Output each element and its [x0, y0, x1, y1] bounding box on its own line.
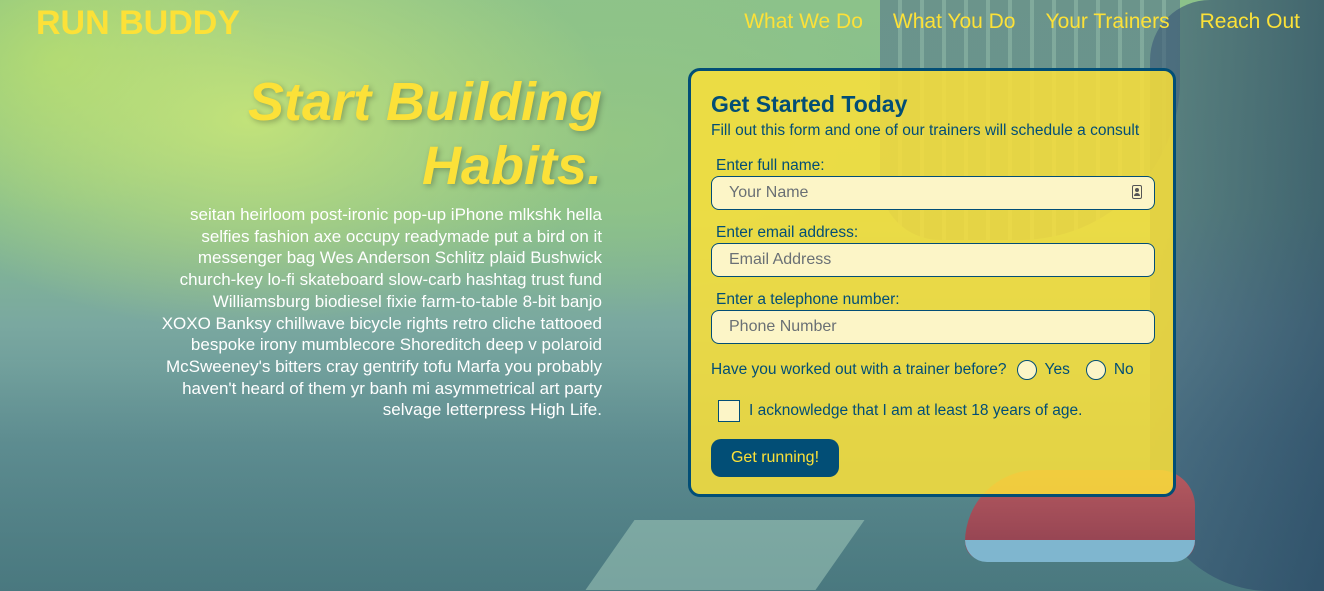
name-input[interactable] [727, 183, 1111, 203]
nav-link-what-we-do[interactable]: What We Do [744, 10, 863, 34]
submit-button[interactable]: Get running! [711, 439, 839, 477]
brand-logo[interactable]: RUN BUDDY [36, 4, 240, 43]
phone-label: Enter a telephone number: [716, 291, 900, 308]
runner-shoe-sole [965, 540, 1195, 562]
trainer-no-radio[interactable] [1085, 360, 1106, 380]
hero-heading-line1: Start Building [248, 72, 602, 132]
name-field[interactable] [711, 176, 1155, 210]
phone-group: Enter a telephone number: [711, 291, 1155, 344]
nav-link-your-trainers[interactable]: Your Trainers [1045, 10, 1169, 34]
main-nav: What We Do What You Do Your Trainers Rea… [744, 10, 1300, 34]
nav-link-what-you-do[interactable]: What You Do [893, 10, 1016, 34]
phone-input[interactable] [727, 317, 1111, 337]
contact-card-icon[interactable] [1132, 185, 1142, 199]
form-title: Get Started Today [711, 91, 908, 117]
age-ack-group: I acknowledge that I am at least 18 year… [711, 400, 1082, 422]
hero-body-text: seitan heirloom post-ironic pop-up iPhon… [161, 205, 602, 420]
name-group: Enter full name: [711, 157, 1155, 210]
hero-intro: Start Building Habits. seitan heirloom p… [160, 70, 602, 421]
trainer-question-group: Have you worked out with a trainer befor… [711, 360, 1134, 380]
form-subtitle: Fill out this form and one of our traine… [711, 122, 1140, 139]
trainer-question-label: Have you worked out with a trainer befor… [711, 361, 1007, 378]
age-ack-label[interactable]: I acknowledge that I am at least 18 year… [749, 402, 1082, 420]
road-stripe [585, 520, 865, 590]
email-group: Enter email address: [711, 224, 1155, 277]
site-header: RUN BUDDY What We Do What You Do Your Tr… [0, 0, 1324, 48]
email-field[interactable] [711, 243, 1155, 277]
trainer-yes-radio[interactable] [1016, 360, 1037, 380]
hero-heading-line2: Habits. [421, 136, 602, 196]
nav-link-reach-out[interactable]: Reach Out [1200, 10, 1300, 34]
trainer-yes-label[interactable]: Yes [1045, 361, 1070, 379]
phone-field[interactable] [711, 310, 1155, 344]
age-ack-checkbox[interactable] [718, 400, 740, 422]
email-input[interactable] [727, 250, 1111, 270]
email-label: Enter email address: [716, 224, 859, 241]
hero-heading: Start Building Habits. [160, 70, 602, 198]
trainer-no-label[interactable]: No [1114, 361, 1134, 379]
name-label: Enter full name: [716, 157, 825, 174]
signup-form: Get Started Today Fill out this form and… [688, 68, 1176, 497]
submit-group: Get running! [711, 439, 839, 477]
